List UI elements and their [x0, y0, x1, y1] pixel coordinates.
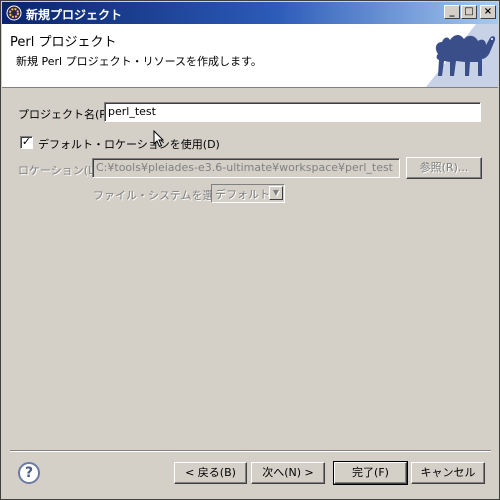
back-button[interactable]: < 戻る(B)	[174, 462, 247, 484]
filesystem-label: ファイル・システムを選択:	[93, 189, 229, 202]
window-title: 新規プロジェクト	[26, 8, 123, 22]
cancel-button[interactable]: キャンセル	[411, 462, 485, 484]
filesystem-select[interactable]: デフォルト ▼	[211, 184, 285, 203]
browse-button[interactable]: 参照(R)...	[406, 157, 482, 179]
button-bar-divider	[10, 450, 491, 452]
perl-camel-icon	[420, 24, 498, 87]
help-icon[interactable]: ?	[18, 462, 40, 484]
use-default-location-checkbox[interactable]: ✓	[20, 136, 33, 149]
banner-description: 新規 Perl プロジェクト・リソースを作成します。	[16, 55, 262, 68]
location-label: ロケーション(L):	[18, 164, 103, 177]
minimize-button[interactable]: _	[444, 5, 460, 19]
finish-button[interactable]: 完了(F)	[333, 461, 408, 485]
next-button[interactable]: 次へ(N) >	[251, 462, 325, 484]
title-bar[interactable]: 新規プロジェクト _ □ ×	[2, 2, 498, 24]
close-button[interactable]: ×	[480, 5, 496, 19]
mouse-cursor-icon	[153, 130, 165, 148]
use-default-location-label[interactable]: デフォルト・ロケーションを使用(D)	[38, 136, 220, 152]
project-name-label: プロジェクト名(P):	[18, 108, 114, 121]
filesystem-select-value: デフォルト	[215, 188, 270, 201]
maximize-button[interactable]: □	[461, 5, 477, 19]
eclipse-icon	[6, 5, 22, 21]
new-project-dialog: 新規プロジェクト _ □ × Perl プロジェクト 新規 Perl プロジェク…	[0, 0, 500, 500]
project-name-input[interactable]: perl_test	[104, 102, 481, 122]
wizard-banner: Perl プロジェクト 新規 Perl プロジェクト・リソースを作成します。	[2, 24, 498, 88]
chevron-down-icon[interactable]: ▼	[269, 186, 283, 200]
location-input[interactable]: C:¥tools¥pleiades-e3.6-ultimate¥workspac…	[92, 158, 400, 178]
banner-title: Perl プロジェクト	[10, 35, 117, 50]
